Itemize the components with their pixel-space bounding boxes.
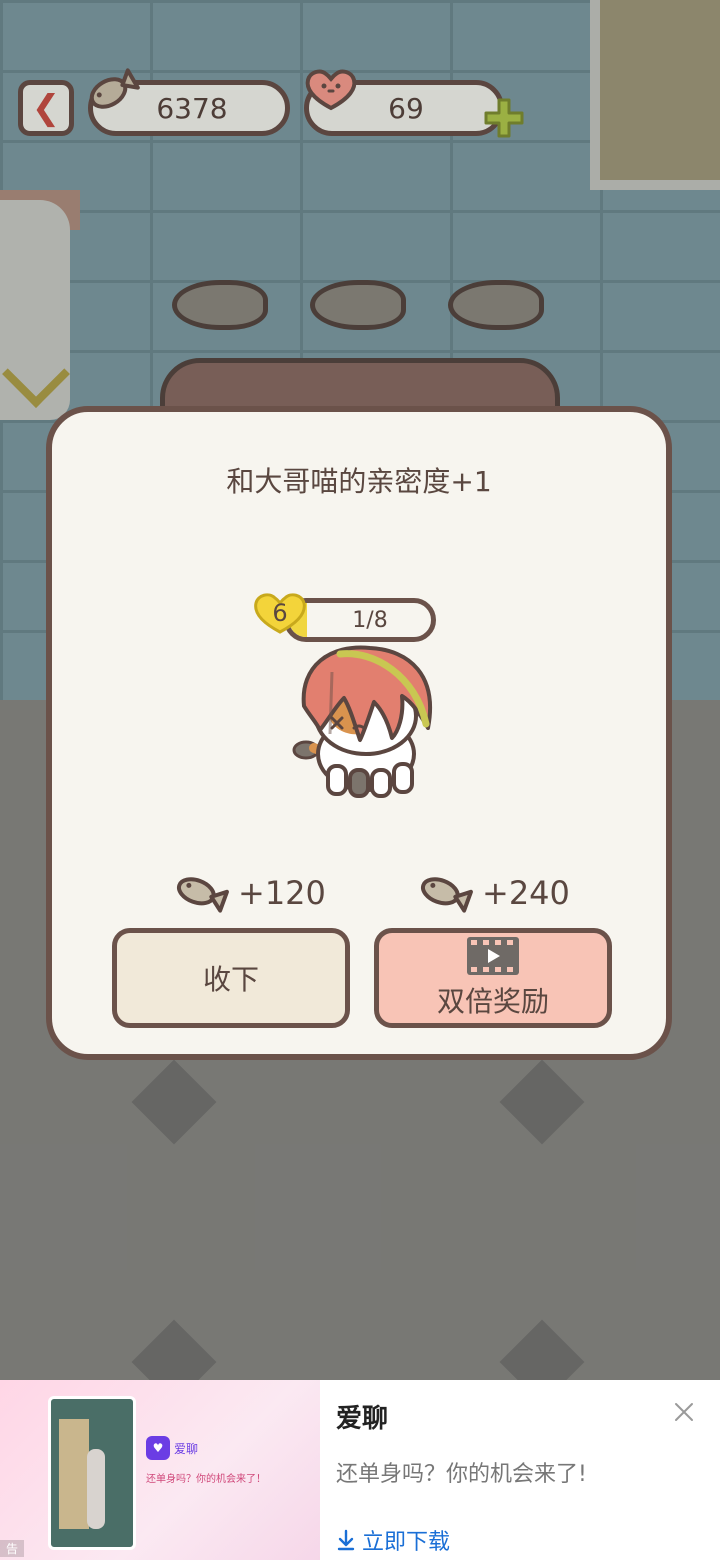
- dialog-title: 和大哥喵的亲密度+1: [226, 465, 492, 498]
- normal-reward: +120: [172, 868, 326, 918]
- ad-app-name: 爱聊: [336, 1404, 389, 1434]
- back-button[interactable]: ❮: [18, 80, 74, 136]
- add-hearts-button[interactable]: [482, 96, 526, 140]
- ad-creative-image: ♥ 爱聊 还单身吗？你的机会来了！ 告: [0, 1380, 320, 1560]
- intimacy-level: 6: [272, 599, 288, 627]
- ad-photo-person: [87, 1449, 105, 1529]
- ad-label: 告: [0, 1540, 25, 1557]
- cat-character: [270, 636, 460, 806]
- intimacy-progress-text: 1/8: [352, 607, 388, 633]
- level-heart-badge: 6: [250, 590, 310, 636]
- double-reward-button-label: 双倍奖励: [436, 985, 549, 1018]
- accept-button-label: 收下: [202, 963, 259, 996]
- fish-icon: [84, 66, 140, 116]
- fish-icon: [420, 877, 473, 913]
- heart-count: 69: [388, 91, 424, 125]
- ad-mini-app-name: 爱聊: [174, 1442, 199, 1456]
- fish-count: 6378: [156, 91, 228, 125]
- normal-reward-amount: +120: [238, 874, 326, 912]
- ad-photo-door: [59, 1419, 89, 1529]
- fish-icon: [176, 877, 229, 913]
- double-reward-button[interactable]: 双倍奖励: [374, 928, 612, 1028]
- close-ad-button[interactable]: [668, 1396, 700, 1428]
- ad-banner[interactable]: ♥ 爱聊 还单身吗？你的机会来了！ 告 爱聊 还单身吗？你的机会来了! 立即下载: [0, 1380, 720, 1560]
- ad-download-link[interactable]: 立即下载: [336, 1524, 450, 1556]
- download-arrow-icon: [337, 1529, 355, 1551]
- ad-app-logo: ♥: [146, 1436, 170, 1460]
- ad-description: 还单身吗？你的机会来了!: [336, 1462, 587, 1487]
- double-reward: +240: [416, 868, 570, 918]
- double-reward-amount: +240: [482, 874, 570, 912]
- plus-icon: [484, 98, 524, 138]
- chevron-left-icon: ❮: [31, 88, 61, 128]
- video-play-icon: [467, 937, 519, 975]
- ad-mini-text: 还单身吗？你的机会来了！: [146, 1474, 266, 1485]
- ad-download-label: 立即下载: [362, 1530, 451, 1555]
- game-screen: ❮ 6378 69 和大哥喵的亲密度+1 6 1/8 +120 +240 收下 …: [0, 0, 720, 1560]
- intimacy-reward-dialog: 和大哥喵的亲密度+1 6 1/8 +120 +240 收下 双倍奖励: [46, 406, 672, 1060]
- close-icon: [675, 1403, 693, 1421]
- accept-button[interactable]: 收下: [112, 928, 350, 1028]
- ad-photo: [48, 1396, 136, 1550]
- heart-icon: [302, 66, 360, 112]
